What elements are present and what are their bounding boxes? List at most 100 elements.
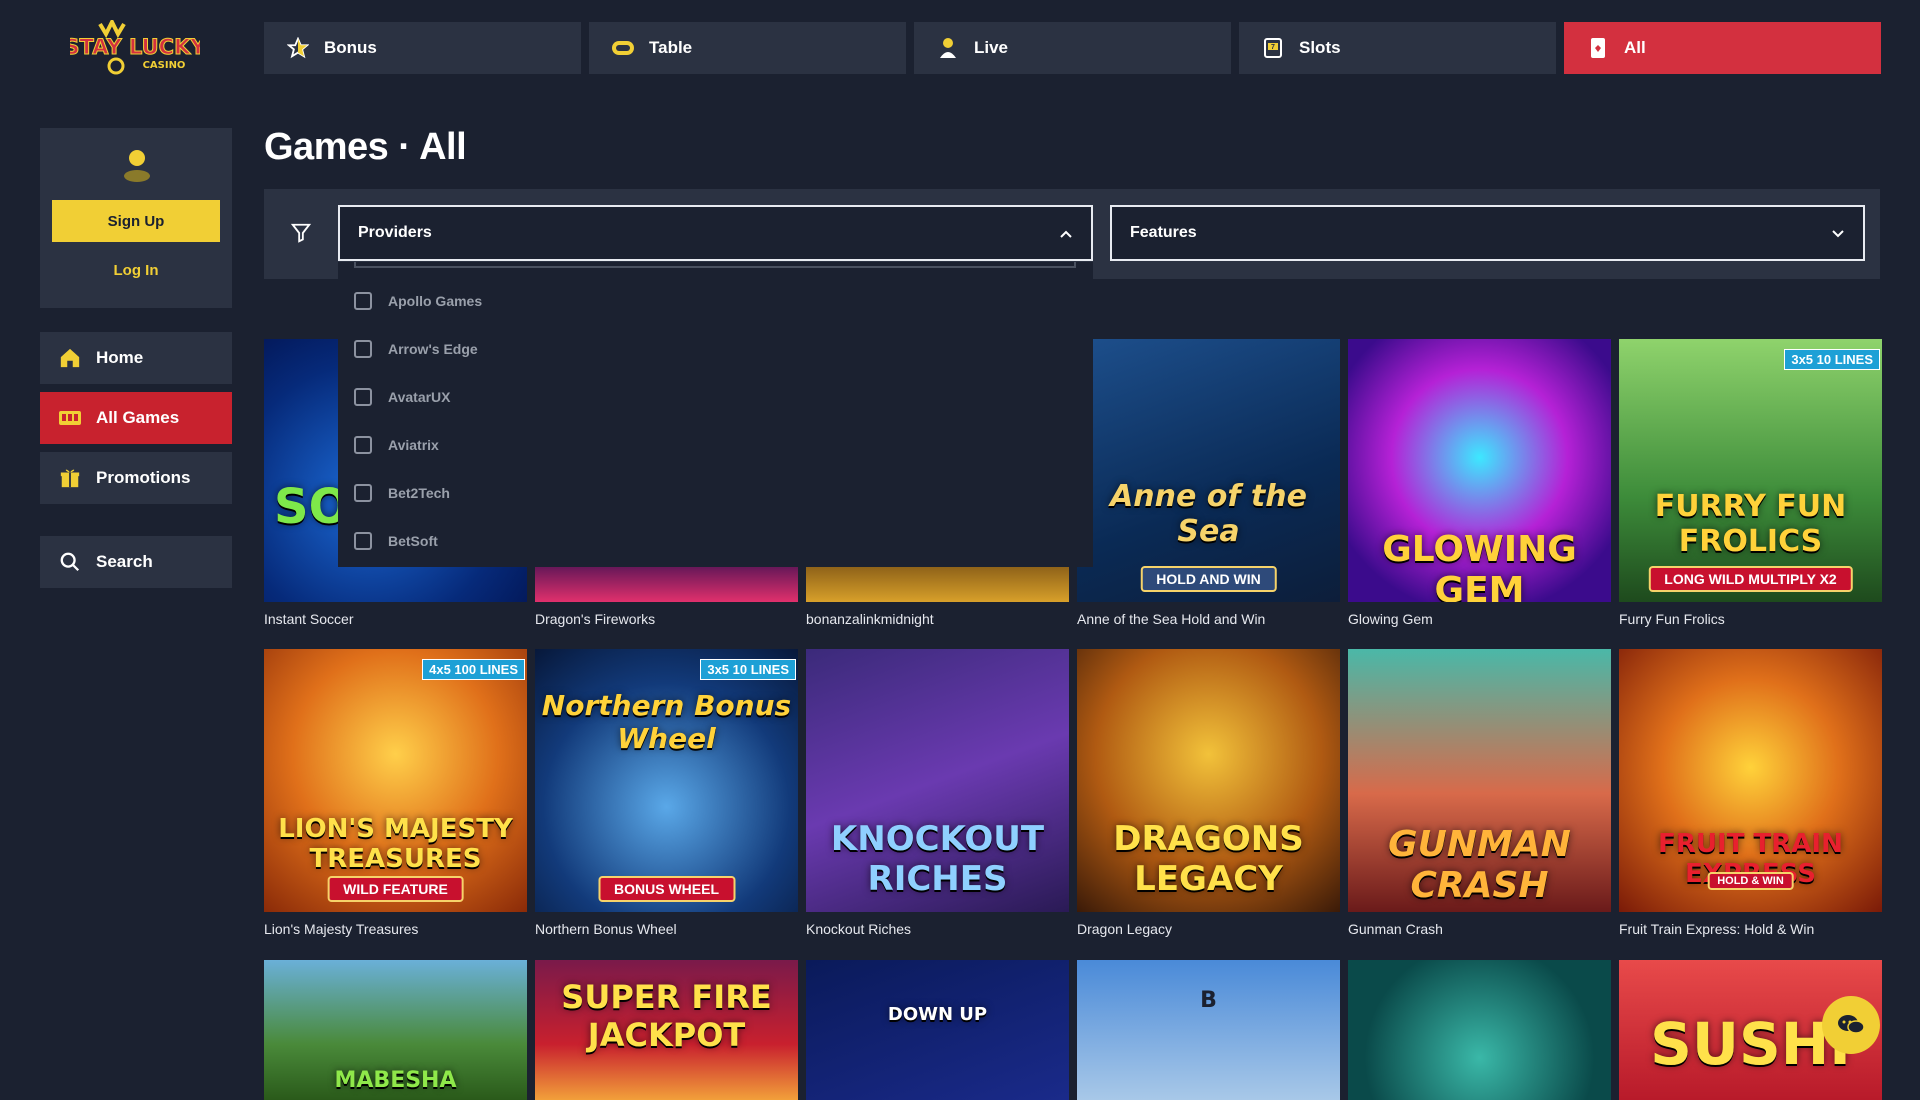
game-card[interactable]: 3x5 10 LINES Northern Bonus Wheel BONUS … <box>535 649 798 937</box>
provider-option[interactable]: AvatarUX <box>354 386 451 408</box>
checkbox[interactable] <box>354 532 372 550</box>
user-avatar-icon <box>124 150 150 182</box>
checkbox[interactable] <box>354 436 372 454</box>
chat-icon <box>1838 1015 1865 1034</box>
game-art-text: SUPER FIRE JACKPOT <box>561 978 772 1054</box>
checkbox[interactable] <box>354 340 372 358</box>
sidebar-item-promotions[interactable]: Promotions <box>40 452 232 504</box>
game-thumbnail[interactable]: DOWN UP <box>806 960 1069 1100</box>
game-card[interactable]: DRAGONS LEGACY Dragon Legacy <box>1077 649 1340 937</box>
game-thumbnail[interactable]: 3x5 10 LINES Northern Bonus Wheel BONUS … <box>535 649 798 912</box>
sidebar-item-label: All Games <box>96 408 180 427</box>
game-title: Anne of the Sea Hold and Win <box>1077 611 1266 627</box>
provider-search-field[interactable] <box>354 262 1076 268</box>
provider-option[interactable]: Arrow's Edge <box>354 338 478 360</box>
game-title: Dragon's Fireworks <box>535 611 656 627</box>
game-feature-pill: LONG WILD MULTIPLY X2 <box>1648 566 1853 592</box>
game-title: Instant Soccer <box>264 611 354 627</box>
game-card[interactable]: GLOWING GEM Glowing Gem <box>1348 339 1611 627</box>
sidebar-item-label: Search <box>96 552 153 571</box>
provider-option-label: Bet2Tech <box>388 485 450 501</box>
home-icon <box>58 346 82 370</box>
sidebar-item-label: Promotions <box>96 468 191 487</box>
game-lines-badge: 3x5 10 LINES <box>700 659 796 680</box>
game-card[interactable]: 4x5 100 LINES LION'S MAJESTY TREASURES W… <box>264 649 527 937</box>
tab-live[interactable]: Live <box>914 22 1231 74</box>
game-title: Knockout Riches <box>806 921 912 937</box>
tab-all[interactable]: All <box>1564 22 1881 74</box>
game-card[interactable]: FRUIT TRAIN EXPRESS HOLD & WIN Fruit Tra… <box>1619 649 1882 937</box>
search-icon <box>58 550 82 574</box>
game-feature-pill: BONUS WHEEL <box>598 876 735 902</box>
game-art-text: GLOWING GEM <box>1382 529 1577 602</box>
providers-select[interactable]: Providers <box>338 205 1093 261</box>
game-title: Glowing Gem <box>1348 611 1433 627</box>
game-thumbnail[interactable]: Anne of the Sea HOLD AND WIN <box>1077 339 1340 602</box>
provider-option-label: BetSoft <box>388 533 438 549</box>
game-thumbnail[interactable]: MABESHA <box>264 960 527 1100</box>
sidebar-item-search[interactable]: Search <box>40 536 232 588</box>
game-thumbnail[interactable] <box>1348 960 1611 1100</box>
provider-option[interactable]: Apollo Games <box>354 290 482 312</box>
cards-icon <box>1586 36 1610 60</box>
provider-option[interactable]: BetSoft <box>354 530 438 552</box>
provider-option-label: AvatarUX <box>388 389 451 405</box>
game-art-text: LION'S MAJESTY TREASURES <box>278 814 513 874</box>
game-thumbnail[interactable]: DRAGONS LEGACY <box>1077 649 1340 912</box>
sidebar-item-home[interactable]: Home <box>40 332 232 384</box>
game-art-text: DRAGONS LEGACY <box>1113 819 1304 899</box>
game-thumbnail[interactable]: B <box>1077 960 1340 1100</box>
game-thumbnail[interactable]: GUNMAN CRASH <box>1348 649 1611 912</box>
game-title: Gunman Crash <box>1348 921 1443 937</box>
logo-subtext: CASINO <box>143 60 186 71</box>
login-link[interactable]: Log In <box>40 262 232 279</box>
signup-button[interactable]: Sign Up <box>52 200 220 242</box>
game-art-text: DOWN UP <box>887 1004 988 1025</box>
game-art-text: B <box>1200 988 1217 1013</box>
tab-label: Slots <box>1299 38 1341 57</box>
game-art-text: GUNMAN CRASH <box>1388 824 1571 906</box>
chat-button[interactable] <box>1822 996 1880 1054</box>
game-card[interactable]: KNOCKOUT RICHES Knockout Riches <box>806 649 1069 937</box>
checkbox[interactable] <box>354 292 372 310</box>
game-card[interactable]: DOWN UP <box>806 960 1069 1100</box>
provider-option-label: Aviatrix <box>388 437 439 453</box>
tab-table[interactable]: Table <box>589 22 906 74</box>
filter-icon[interactable] <box>290 222 312 244</box>
game-card[interactable]: SUPER FIRE JACKPOT <box>535 960 798 1100</box>
game-thumbnail[interactable]: KNOCKOUT RICHES <box>806 649 1069 912</box>
stay-lucky-logo[interactable]: STAY LUCKY CASINO <box>64 17 207 76</box>
provider-option-label: Arrow's Edge <box>388 341 478 357</box>
page-title: Games · All <box>264 126 467 168</box>
checkbox[interactable] <box>354 484 372 502</box>
dealer-icon <box>936 36 960 60</box>
star-icon <box>286 36 310 60</box>
game-lines-badge: 3x5 10 LINES <box>1784 349 1880 370</box>
tab-slots[interactable]: 7 Slots <box>1239 22 1556 74</box>
features-select[interactable]: Features <box>1110 205 1865 261</box>
game-title: Fruit Train Express: Hold & Win <box>1619 921 1815 937</box>
gift-icon <box>58 466 82 490</box>
game-thumbnail[interactable]: 3x5 10 LINES FURRY FUN FROLICS LONG WILD… <box>1619 339 1882 602</box>
game-card[interactable] <box>1348 960 1611 1100</box>
tab-bonus[interactable]: Bonus <box>264 22 581 74</box>
game-card[interactable]: GUNMAN CRASH Gunman Crash <box>1348 649 1611 937</box>
game-art-text: Northern Bonus Wheel <box>541 689 792 755</box>
game-thumbnail[interactable]: SUPER FIRE JACKPOT <box>535 960 798 1100</box>
game-card[interactable]: Anne of the Sea HOLD AND WIN Anne of the… <box>1077 339 1340 627</box>
game-card[interactable]: B <box>1077 960 1340 1100</box>
tab-label: Table <box>649 38 693 57</box>
game-card[interactable]: 3x5 10 LINES FURRY FUN FROLICS LONG WILD… <box>1619 339 1882 627</box>
providers-label: Providers <box>358 224 432 241</box>
provider-option[interactable]: Aviatrix <box>354 434 439 456</box>
game-thumbnail[interactable]: 4x5 100 LINES LION'S MAJESTY TREASURES W… <box>264 649 527 912</box>
game-thumbnail[interactable]: GLOWING GEM <box>1348 339 1611 602</box>
game-card[interactable]: MABESHA <box>264 960 527 1100</box>
provider-option[interactable]: Bet2Tech <box>354 482 450 504</box>
all-games-icon <box>58 406 82 430</box>
game-thumbnail[interactable]: FRUIT TRAIN EXPRESS HOLD & WIN <box>1619 649 1882 912</box>
sidebar-item-all-games[interactable]: All Games <box>40 392 232 444</box>
chip-icon <box>611 36 635 60</box>
checkbox[interactable] <box>354 388 372 406</box>
sidebar: Sign Up Log In Home All Games Promotions… <box>40 128 232 588</box>
